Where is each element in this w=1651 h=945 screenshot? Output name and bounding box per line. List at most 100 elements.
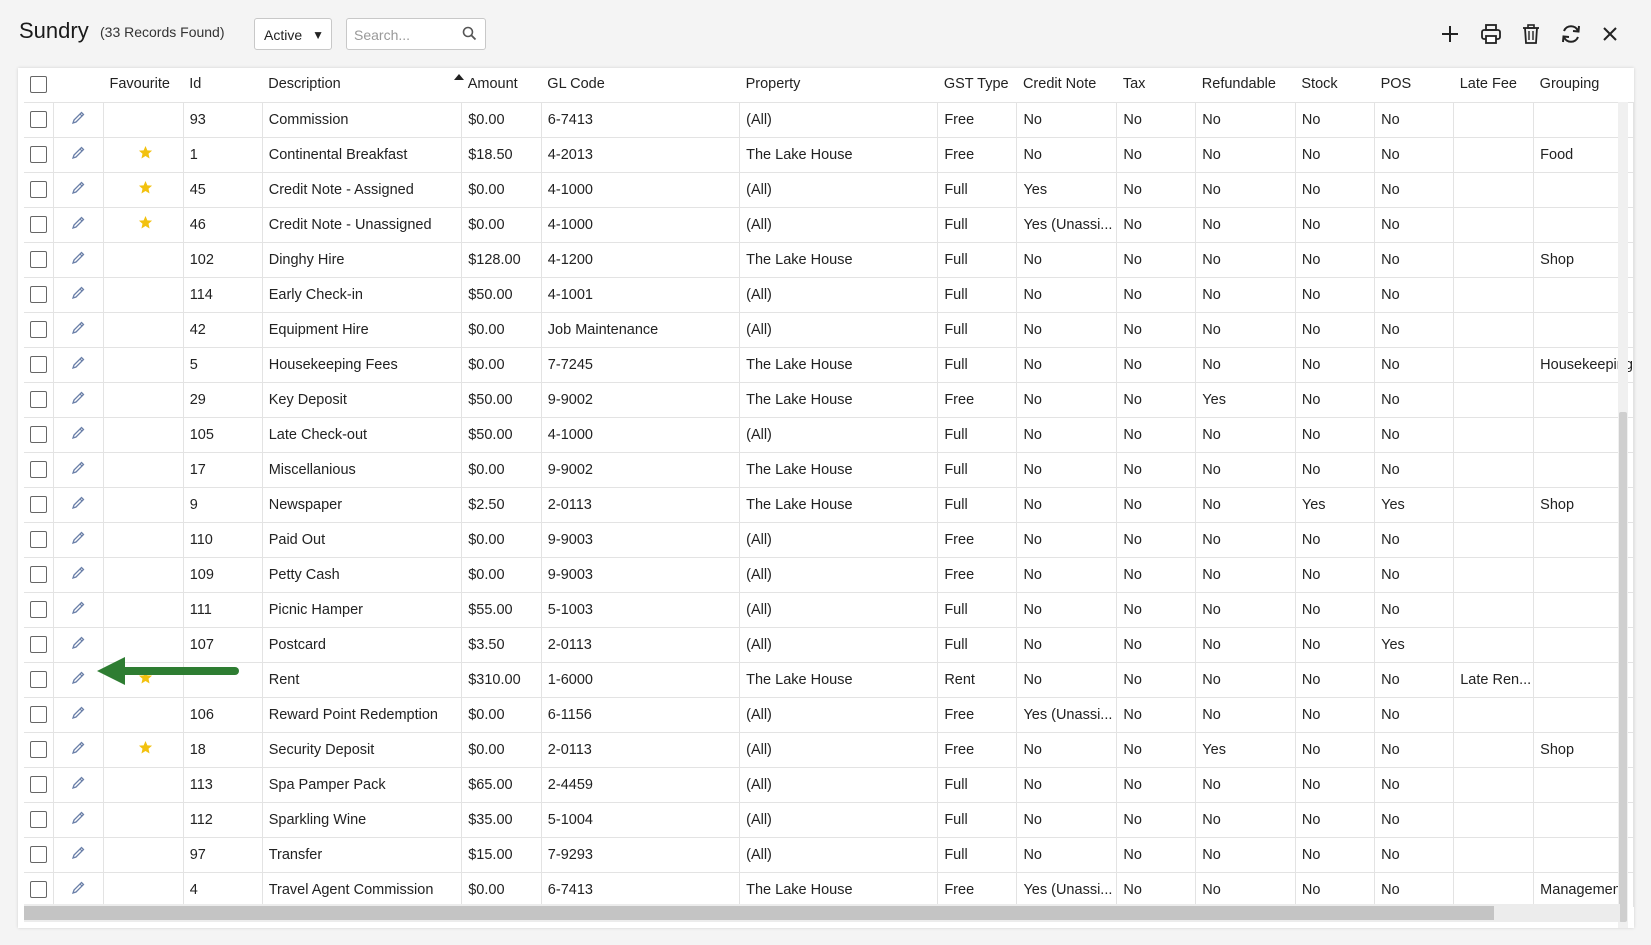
row-select-cell[interactable] (24, 171, 55, 207)
column-header-gl-code[interactable]: GL Code (541, 68, 739, 102)
row-checkbox[interactable] (30, 566, 47, 583)
favourite-cell[interactable] (103, 101, 184, 137)
edit-cell[interactable] (53, 101, 104, 137)
pencil-icon[interactable] (70, 320, 86, 340)
favourite-cell[interactable] (103, 871, 184, 907)
row-checkbox[interactable] (30, 741, 47, 758)
row-checkbox[interactable] (30, 811, 47, 828)
pencil-icon[interactable] (70, 670, 86, 690)
edit-cell[interactable] (53, 696, 104, 732)
edit-cell[interactable] (53, 521, 104, 557)
edit-cell[interactable] (53, 381, 104, 417)
favourite-cell[interactable] (103, 731, 184, 767)
checkbox[interactable] (30, 76, 47, 93)
table-row[interactable]: 5 Housekeeping Fees $0.00 7-7245 The Lake Ho… (24, 346, 1634, 382)
edit-cell[interactable] (53, 731, 104, 767)
edit-cell[interactable] (53, 346, 104, 382)
row-checkbox[interactable] (30, 251, 47, 268)
column-header-pos[interactable]: POS (1375, 68, 1454, 102)
edit-cell[interactable] (53, 836, 104, 872)
search-box[interactable] (346, 18, 486, 51)
favourite-cell[interactable] (103, 451, 184, 487)
favourite-cell[interactable] (103, 801, 184, 837)
row-checkbox[interactable] (30, 601, 47, 618)
row-checkbox[interactable] (30, 846, 47, 863)
table-row[interactable]: 106 Reward Point Redemption $0.00 6-1156 (Al… (24, 696, 1634, 732)
row-checkbox[interactable] (30, 286, 47, 303)
pencil-icon[interactable] (70, 250, 86, 270)
favourite-cell[interactable] (103, 311, 184, 347)
table-row[interactable]: 97 Transfer $15.00 7-9293 (All) Full No No No No N… (24, 836, 1634, 872)
favourite-cell[interactable] (103, 836, 184, 872)
pencil-icon[interactable] (70, 110, 86, 130)
table-row[interactable]: Rent $310.00 1-6000 The Lake House Rent No No N… (24, 661, 1634, 697)
plus-icon[interactable] (1437, 21, 1463, 47)
print-icon[interactable] (1478, 21, 1504, 47)
row-checkbox[interactable] (30, 531, 47, 548)
pencil-icon[interactable] (70, 565, 86, 585)
edit-cell[interactable] (53, 801, 104, 837)
favourite-cell[interactable] (103, 416, 184, 452)
row-select-cell[interactable] (24, 206, 55, 242)
pencil-icon[interactable] (70, 635, 86, 655)
pencil-icon[interactable] (70, 530, 86, 550)
table-row[interactable]: 107 Postcard $3.50 2-0113 (All) Full No No No No Y… (24, 626, 1634, 662)
favourite-cell[interactable] (103, 766, 184, 802)
favourite-cell[interactable] (103, 206, 184, 242)
row-select-cell[interactable] (24, 626, 55, 662)
row-checkbox[interactable] (30, 776, 47, 793)
column-header-tax[interactable]: Tax (1117, 68, 1196, 102)
row-select-cell[interactable] (24, 556, 55, 592)
row-select-cell[interactable] (24, 801, 55, 837)
edit-cell[interactable] (53, 766, 104, 802)
pencil-icon[interactable] (70, 740, 86, 760)
column-header-id[interactable]: Id (183, 68, 262, 102)
row-select-cell[interactable] (24, 276, 55, 312)
table-row[interactable]: 1 Continental Breakfast $18.50 4-2013 The La… (24, 136, 1634, 172)
edit-cell[interactable] (53, 556, 104, 592)
table-row[interactable]: 105 Late Check-out $50.00 4-1000 (All) Full No… (24, 416, 1634, 452)
vertical-scrollbar[interactable] (1618, 102, 1628, 928)
pencil-icon[interactable] (70, 390, 86, 410)
star-icon[interactable] (138, 180, 153, 199)
row-select-cell[interactable] (24, 101, 55, 137)
row-select-cell[interactable] (24, 311, 55, 347)
row-select-cell[interactable] (24, 451, 55, 487)
table-row[interactable]: 45 Credit Note - Assigned $0.00 4-1000 (All)… (24, 171, 1634, 207)
table-row[interactable]: 18 Security Deposit $0.00 2-0113 (All) Free No… (24, 731, 1634, 767)
search-input[interactable] (347, 19, 456, 51)
row-checkbox[interactable] (30, 321, 47, 338)
pencil-icon[interactable] (70, 215, 86, 235)
row-checkbox[interactable] (30, 181, 47, 198)
row-select-cell[interactable] (24, 381, 55, 417)
column-header-amount[interactable]: Amount (462, 68, 542, 102)
table-row[interactable]: 42 Equipment Hire $0.00 Job Maintenance (All… (24, 311, 1634, 347)
table-row[interactable]: 4 Travel Agent Commission $0.00 6-7413 The L… (24, 871, 1634, 907)
pencil-icon[interactable] (70, 180, 86, 200)
row-select-cell[interactable] (24, 731, 55, 767)
table-row[interactable]: 112 Sparkling Wine $35.00 5-1004 (All) Full No… (24, 801, 1634, 837)
row-select-cell[interactable] (24, 766, 55, 802)
row-checkbox[interactable] (30, 636, 47, 653)
edit-cell[interactable] (53, 241, 104, 277)
row-checkbox[interactable] (30, 496, 47, 513)
trash-icon[interactable] (1518, 21, 1544, 47)
pencil-icon[interactable] (70, 705, 86, 725)
row-select-cell[interactable] (24, 521, 55, 557)
row-select-cell[interactable] (24, 836, 55, 872)
pencil-icon[interactable] (70, 775, 86, 795)
edit-cell[interactable] (53, 416, 104, 452)
row-select-cell[interactable] (24, 486, 55, 522)
column-header-credit-note[interactable]: Credit Note (1017, 68, 1117, 102)
row-select-cell[interactable] (24, 696, 55, 732)
edit-cell[interactable] (53, 486, 104, 522)
select-all-checkbox[interactable] (24, 68, 54, 102)
edit-cell[interactable] (53, 591, 104, 627)
row-checkbox[interactable] (30, 146, 47, 163)
pencil-icon[interactable] (70, 495, 86, 515)
table-row[interactable]: 102 Dinghy Hire $128.00 4-1200 The Lake Hous… (24, 241, 1634, 277)
favourite-cell[interactable] (103, 521, 184, 557)
table-row[interactable]: 17 Miscellanious $0.00 9-9002 The Lake House… (24, 451, 1634, 487)
edit-cell[interactable] (53, 276, 104, 312)
row-select-cell[interactable] (24, 591, 55, 627)
